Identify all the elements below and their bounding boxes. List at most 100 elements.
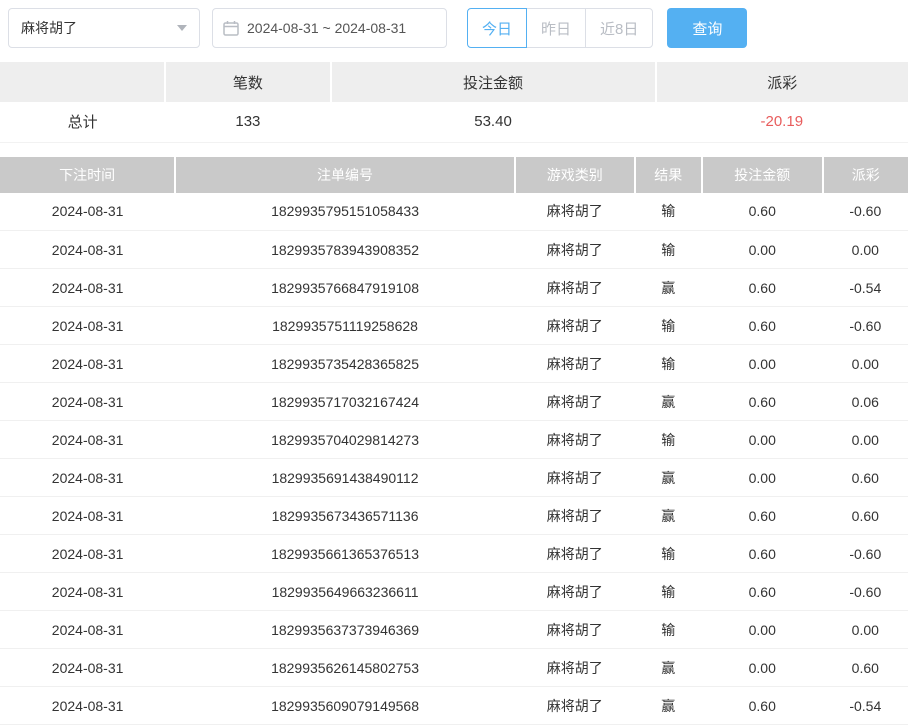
result-cell: 赢 (635, 649, 702, 687)
result-cell: 赢 (635, 459, 702, 497)
bet-amount-cell: 0.60 (702, 497, 823, 535)
calendar-icon (223, 20, 239, 36)
toolbar: 麻将胡了 2024-08-31 ~ 2024-08-31 今日 昨日 近8日 查… (0, 0, 908, 56)
result-cell: 输 (635, 535, 702, 573)
bet-id-cell: 1829935766847919108 (175, 269, 515, 307)
game-type-cell: 麻将胡了 (515, 459, 635, 497)
result-cell: 输 (635, 345, 702, 383)
bet-id-cell: 1829935735428365825 (175, 345, 515, 383)
bet-time-cell: 2024-08-31 (0, 459, 175, 497)
summary-total-row: 总计 133 53.40 -20.19 (0, 102, 908, 142)
bet-id-cell: 1829935783943908352 (175, 231, 515, 269)
summary-bet-amount-value: 53.40 (331, 102, 656, 142)
header-bet-amount: 投注金额 (702, 157, 823, 193)
result-cell: 输 (635, 421, 702, 459)
bet-time-cell: 2024-08-31 (0, 383, 175, 421)
game-type-cell: 麻将胡了 (515, 231, 635, 269)
bet-time-cell: 2024-08-31 (0, 611, 175, 649)
bet-time-cell: 2024-08-31 (0, 649, 175, 687)
payout-cell: 0.00 (823, 611, 908, 649)
payout-cell: 0.00 (823, 345, 908, 383)
payout-cell: 0.00 (823, 231, 908, 269)
bet-time-cell: 2024-08-31 (0, 421, 175, 459)
quick-range-group: 今日 昨日 近8日 (467, 8, 653, 48)
table-row: 2024-08-311829935609079149568麻将胡了赢0.60-0… (0, 687, 908, 725)
bet-id-cell: 1829935691438490112 (175, 459, 515, 497)
query-button[interactable]: 查询 (667, 8, 747, 48)
result-cell: 赢 (635, 269, 702, 307)
table-row: 2024-08-311829935673436571136麻将胡了赢0.600.… (0, 497, 908, 535)
table-row: 2024-08-311829935691438490112麻将胡了赢0.000.… (0, 459, 908, 497)
table-row: 2024-08-311829935626145802753麻将胡了赢0.000.… (0, 649, 908, 687)
bet-amount-cell: 0.00 (702, 649, 823, 687)
bet-time-cell: 2024-08-31 (0, 497, 175, 535)
bet-id-cell: 1829935795151058433 (175, 193, 515, 231)
bet-amount-cell: 0.00 (702, 345, 823, 383)
game-select-value: 麻将胡了 (21, 18, 77, 38)
summary-total-label: 总计 (0, 102, 165, 142)
bet-table-body: 2024-08-311829935795151058433麻将胡了输0.60-0… (0, 193, 908, 725)
payout-cell: 0.60 (823, 459, 908, 497)
bet-time-cell: 2024-08-31 (0, 573, 175, 611)
last8days-button[interactable]: 近8日 (585, 8, 653, 48)
bet-amount-cell: 0.60 (702, 573, 823, 611)
game-type-cell: 麻将胡了 (515, 497, 635, 535)
summary-header-bet-amount: 投注金额 (331, 62, 656, 102)
bet-id-cell: 1829935637373946369 (175, 611, 515, 649)
summary-count-value: 133 (165, 102, 330, 142)
result-cell: 赢 (635, 497, 702, 535)
game-type-cell: 麻将胡了 (515, 687, 635, 725)
bet-records-table: 下注时间 注单编号 游戏类别 结果 投注金额 派彩 2024-08-311829… (0, 157, 908, 726)
result-cell: 输 (635, 231, 702, 269)
date-range-input[interactable]: 2024-08-31 ~ 2024-08-31 (212, 8, 447, 48)
result-cell: 输 (635, 193, 702, 231)
bet-id-cell: 1829935673436571136 (175, 497, 515, 535)
bet-time-cell: 2024-08-31 (0, 231, 175, 269)
bet-amount-cell: 0.00 (702, 611, 823, 649)
table-row: 2024-08-311829935766847919108麻将胡了赢0.60-0… (0, 269, 908, 307)
summary-header-row: 笔数 投注金额 派彩 (0, 62, 908, 102)
game-type-cell: 麻将胡了 (515, 573, 635, 611)
bet-time-cell: 2024-08-31 (0, 345, 175, 383)
summary-header-count: 笔数 (165, 62, 330, 102)
result-cell: 输 (635, 307, 702, 345)
bet-amount-cell: 0.60 (702, 193, 823, 231)
table-row: 2024-08-311829935637373946369麻将胡了输0.000.… (0, 611, 908, 649)
chevron-down-icon (177, 25, 187, 31)
bet-amount-cell: 0.00 (702, 231, 823, 269)
bet-table-header-row: 下注时间 注单编号 游戏类别 结果 投注金额 派彩 (0, 157, 908, 193)
payout-cell: 0.60 (823, 649, 908, 687)
bet-id-cell: 1829935609079149568 (175, 687, 515, 725)
table-row: 2024-08-311829935795151058433麻将胡了输0.60-0… (0, 193, 908, 231)
game-select[interactable]: 麻将胡了 (8, 8, 200, 48)
payout-cell: -0.60 (823, 573, 908, 611)
bet-id-cell: 1829935649663236611 (175, 573, 515, 611)
table-row: 2024-08-311829935661365376513麻将胡了输0.60-0… (0, 535, 908, 573)
bet-amount-cell: 0.00 (702, 421, 823, 459)
game-type-cell: 麻将胡了 (515, 383, 635, 421)
bet-time-cell: 2024-08-31 (0, 269, 175, 307)
game-type-cell: 麻将胡了 (515, 193, 635, 231)
result-cell: 输 (635, 573, 702, 611)
game-type-cell: 麻将胡了 (515, 345, 635, 383)
header-bet-time: 下注时间 (0, 157, 175, 193)
payout-cell: 0.06 (823, 383, 908, 421)
payout-cell: -0.60 (823, 193, 908, 231)
bet-amount-cell: 0.60 (702, 307, 823, 345)
bet-id-cell: 1829935626145802753 (175, 649, 515, 687)
bet-time-cell: 2024-08-31 (0, 687, 175, 725)
bet-amount-cell: 0.00 (702, 459, 823, 497)
result-cell: 赢 (635, 383, 702, 421)
game-type-cell: 麻将胡了 (515, 535, 635, 573)
today-button[interactable]: 今日 (467, 8, 527, 48)
game-type-cell: 麻将胡了 (515, 649, 635, 687)
result-cell: 赢 (635, 687, 702, 725)
game-type-cell: 麻将胡了 (515, 421, 635, 459)
date-range-value: 2024-08-31 ~ 2024-08-31 (247, 20, 406, 36)
table-row: 2024-08-311829935717032167424麻将胡了赢0.600.… (0, 383, 908, 421)
bet-amount-cell: 0.60 (702, 535, 823, 573)
summary-payout-value: -20.19 (656, 102, 908, 142)
payout-cell: -0.60 (823, 307, 908, 345)
table-row: 2024-08-311829935649663236611麻将胡了输0.60-0… (0, 573, 908, 611)
yesterday-button[interactable]: 昨日 (526, 8, 586, 48)
